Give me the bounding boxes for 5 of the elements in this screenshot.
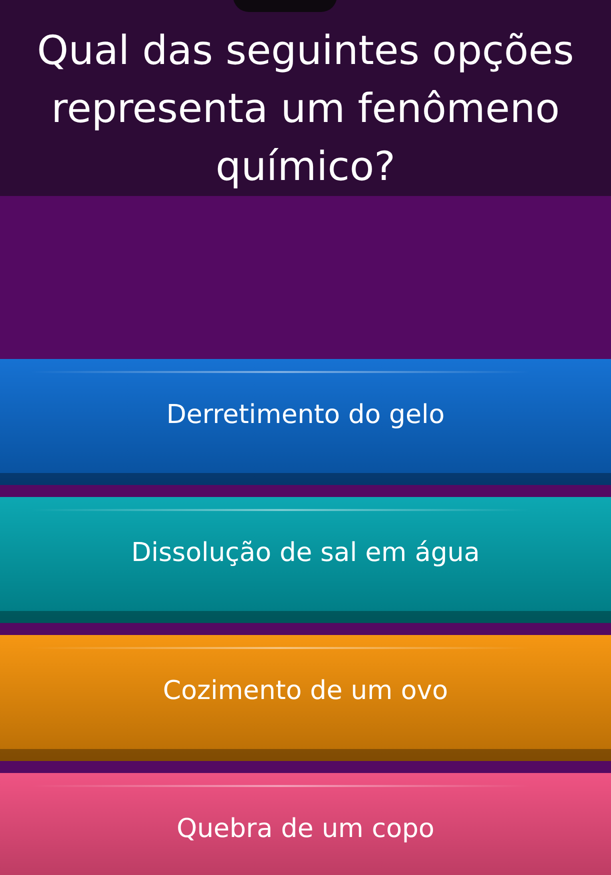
answer-button[interactable]: Cozimento de um ovo (0, 635, 611, 761)
answer-button[interactable]: Dissolução de sal em água (0, 497, 611, 623)
answer-button[interactable]: Derretimento do gelo (0, 359, 611, 485)
answer-button[interactable]: Quebra de um copo (0, 773, 611, 875)
question-text: Qual das seguintes opções representa um fenômeno químico? (36, 27, 575, 192)
